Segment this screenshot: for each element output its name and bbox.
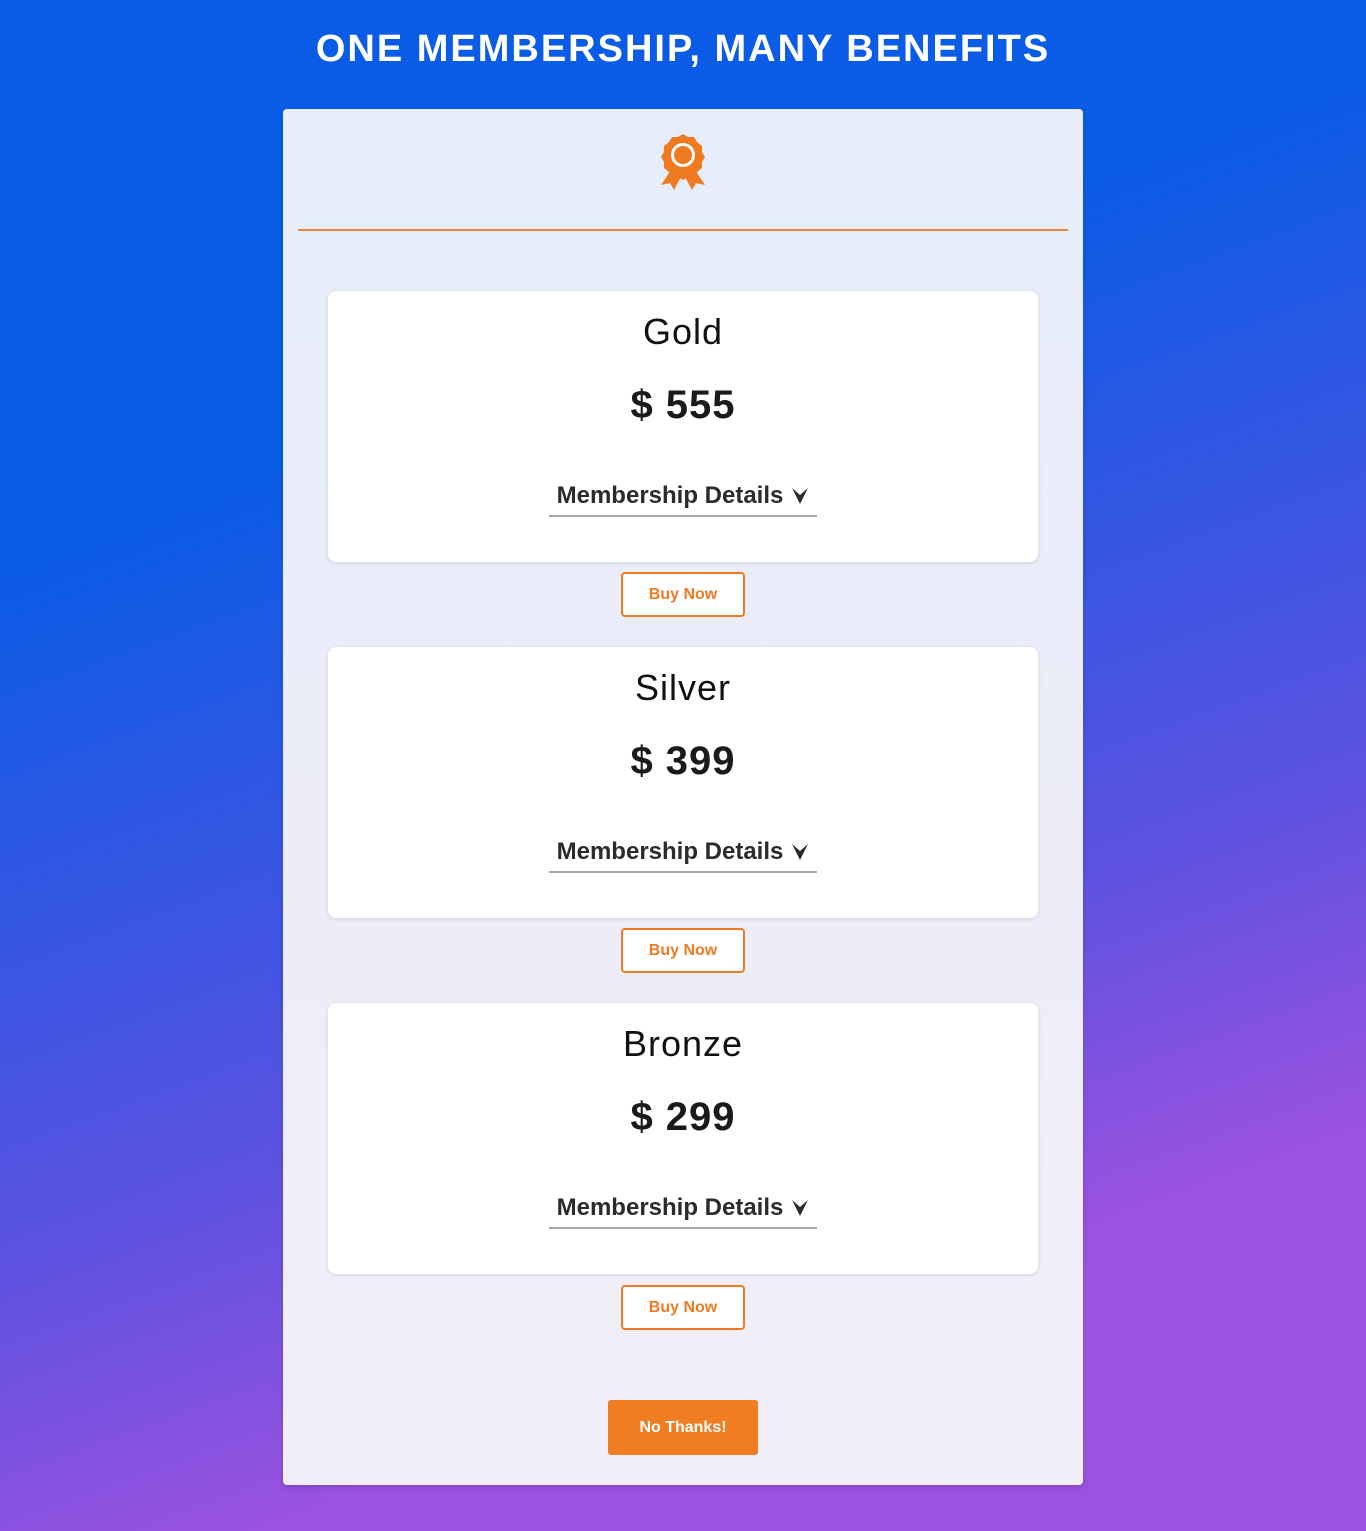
- plan-name: Silver: [634, 667, 732, 708]
- membership-details-toggle[interactable]: Membership Details: [549, 1189, 817, 1229]
- chevron-down-icon: [792, 1200, 809, 1216]
- membership-details-label: Membership Details: [556, 838, 784, 865]
- chevron-down-icon: [792, 488, 809, 504]
- buy-now-button-silver[interactable]: Buy Now: [621, 928, 745, 973]
- plan-price: $ 399: [630, 739, 736, 783]
- no-thanks-button[interactable]: No Thanks!: [608, 1400, 758, 1455]
- header-divider: [298, 229, 1068, 231]
- chevron-down-icon: [792, 844, 809, 860]
- membership-panel: Gold $ 555 Membership Details Buy Now Si…: [283, 109, 1083, 1485]
- plan-card-gold: Gold $ 555 Membership Details: [328, 291, 1038, 562]
- membership-details-toggle[interactable]: Membership Details: [549, 833, 817, 873]
- plan-name: Bronze: [622, 1023, 744, 1064]
- plan-card-silver: Silver $ 399 Membership Details: [328, 647, 1038, 918]
- page-title: ONE MEMBERSHIP, MANY BENEFITS: [315, 28, 1051, 70]
- membership-details-toggle[interactable]: Membership Details: [549, 477, 817, 517]
- badge-container: [283, 133, 1083, 193]
- plan-card-bronze: Bronze $ 299 Membership Details: [328, 1003, 1038, 1274]
- membership-details-label: Membership Details: [556, 482, 784, 509]
- plan-name: Gold: [642, 311, 724, 352]
- membership-details-label: Membership Details: [556, 1194, 784, 1221]
- buy-now-button-bronze[interactable]: Buy Now: [621, 1285, 745, 1330]
- plan-price: $ 555: [630, 383, 736, 427]
- buy-now-button-gold[interactable]: Buy Now: [621, 572, 745, 617]
- award-ribbon-icon: [661, 134, 705, 190]
- plan-price: $ 299: [630, 1095, 736, 1139]
